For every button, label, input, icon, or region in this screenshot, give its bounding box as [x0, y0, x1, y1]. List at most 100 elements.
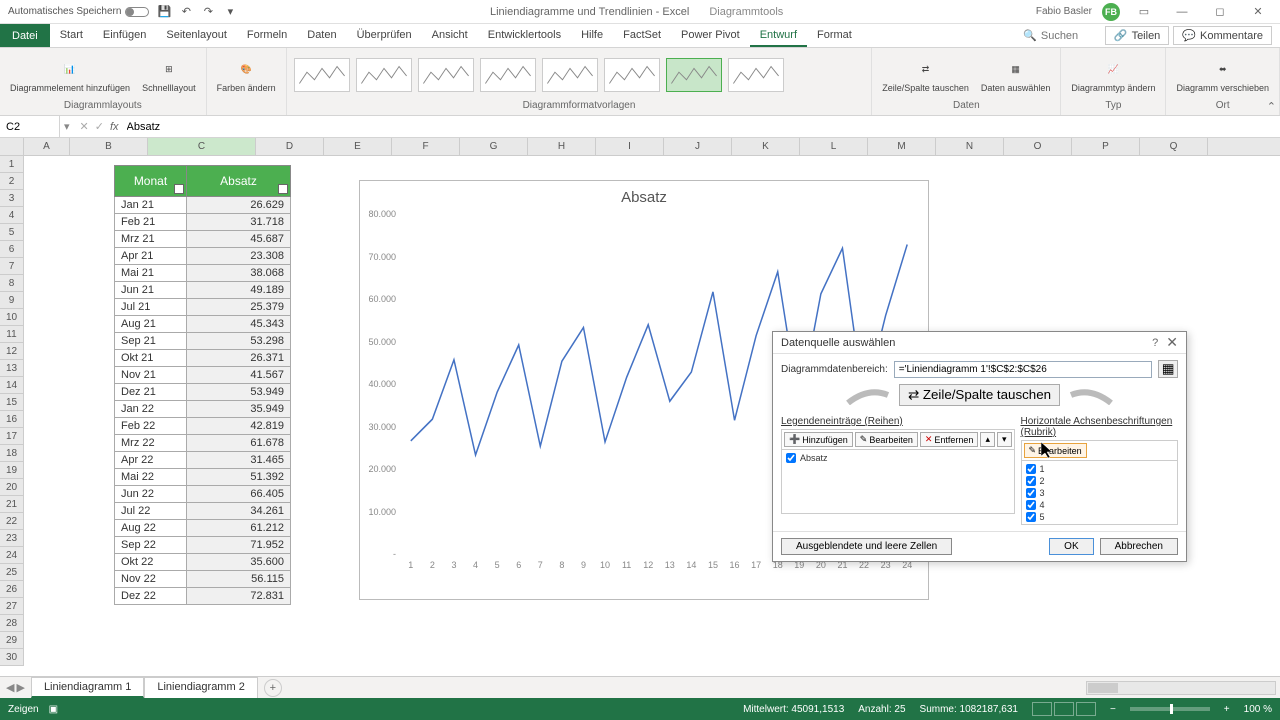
row-header[interactable]: 12: [0, 343, 24, 360]
row-header[interactable]: 15: [0, 394, 24, 411]
row-header[interactable]: 25: [0, 564, 24, 581]
table-row[interactable]: Feb 2242.819: [115, 418, 291, 435]
switch-rowcol-button[interactable]: ⇄ Zeile/Spalte tauschen: [899, 384, 1060, 406]
column-header[interactable]: O: [1004, 138, 1072, 155]
column-header[interactable]: H: [528, 138, 596, 155]
sheet-nav-prev-icon[interactable]: ◀: [6, 681, 14, 694]
ok-button[interactable]: OK: [1049, 538, 1093, 555]
row-header[interactable]: 9: [0, 292, 24, 309]
chart-style-thumb[interactable]: [542, 58, 598, 92]
column-header[interactable]: L: [800, 138, 868, 155]
chart-range-input[interactable]: [894, 361, 1152, 378]
filter-icon[interactable]: [174, 184, 184, 194]
row-header[interactable]: 7: [0, 258, 24, 275]
table-row[interactable]: Jun 2266.405: [115, 486, 291, 503]
row-header[interactable]: 23: [0, 530, 24, 547]
change-chart-type-button[interactable]: 📈Diagrammtyp ändern: [1067, 55, 1159, 95]
cancel-formula-icon[interactable]: ✕: [80, 120, 89, 133]
sheet-nav-next-icon[interactable]: ▶: [16, 681, 24, 694]
tab-formeln[interactable]: Formeln: [237, 25, 297, 45]
table-row[interactable]: Mrz 2145.687: [115, 231, 291, 248]
chart-style-thumb[interactable]: [356, 58, 412, 92]
tab-überprüfen[interactable]: Überprüfen: [347, 25, 422, 45]
column-header[interactable]: A: [24, 138, 70, 155]
axis-item[interactable]: 5: [1024, 511, 1176, 523]
add-sheet-button[interactable]: +: [264, 679, 282, 697]
search-input[interactable]: [1041, 30, 1101, 42]
change-colors-button[interactable]: 🎨Farben ändern: [213, 55, 280, 95]
zoom-slider[interactable]: [1130, 707, 1210, 711]
page-break-view-icon[interactable]: [1076, 702, 1096, 716]
table-row[interactable]: Aug 2145.343: [115, 316, 291, 333]
table-row[interactable]: Dez 2153.949: [115, 384, 291, 401]
maximize-icon[interactable]: ◻: [1206, 2, 1234, 22]
formula-input[interactable]: [125, 119, 1274, 135]
column-header[interactable]: C: [148, 138, 256, 155]
zoom-level[interactable]: 100 %: [1244, 704, 1272, 715]
sheet-tab[interactable]: Liniendiagramm 2: [144, 677, 257, 698]
table-row[interactable]: Apr 2123.308: [115, 248, 291, 265]
table-row[interactable]: Jul 2125.379: [115, 299, 291, 316]
row-header[interactable]: 30: [0, 649, 24, 666]
move-chart-button[interactable]: ⬌Diagramm verschieben: [1172, 55, 1273, 95]
confirm-formula-icon[interactable]: ✓: [95, 120, 104, 133]
column-header[interactable]: J: [664, 138, 732, 155]
table-row[interactable]: Aug 2261.212: [115, 520, 291, 537]
cancel-button[interactable]: Abbrechen: [1100, 538, 1178, 555]
table-row[interactable]: Sep 2271.952: [115, 537, 291, 554]
dialog-close-icon[interactable]: ✕: [1166, 334, 1178, 351]
table-row[interactable]: Dez 2272.831: [115, 588, 291, 605]
column-header[interactable]: G: [460, 138, 528, 155]
tab-einfügen[interactable]: Einfügen: [93, 25, 156, 45]
tab-entwicklertools[interactable]: Entwicklertools: [478, 25, 571, 45]
row-header[interactable]: 4: [0, 207, 24, 224]
collapse-ribbon-icon[interactable]: ⌃: [1267, 100, 1276, 113]
tab-hilfe[interactable]: Hilfe: [571, 25, 613, 45]
table-row[interactable]: Mai 2138.068: [115, 265, 291, 282]
zoom-in-icon[interactable]: +: [1224, 704, 1230, 715]
macro-record-icon[interactable]: ▣: [49, 704, 58, 715]
column-header[interactable]: M: [868, 138, 936, 155]
select-all-corner[interactable]: [0, 138, 24, 155]
row-header[interactable]: 6: [0, 241, 24, 258]
table-row[interactable]: Okt 2126.371: [115, 350, 291, 367]
row-header[interactable]: 3: [0, 190, 24, 207]
tab-daten[interactable]: Daten: [297, 25, 346, 45]
row-header[interactable]: 27: [0, 598, 24, 615]
table-row[interactable]: Nov 2141.567: [115, 367, 291, 384]
add-chart-element-button[interactable]: 📊Diagrammelement hinzufügen: [6, 55, 134, 95]
column-header[interactable]: P: [1072, 138, 1140, 155]
row-header[interactable]: 20: [0, 479, 24, 496]
redo-icon[interactable]: ↷: [201, 5, 215, 19]
series-edit-button[interactable]: ✎Bearbeiten: [855, 432, 918, 447]
chart-styles-gallery[interactable]: [293, 50, 866, 100]
row-header[interactable]: 10: [0, 309, 24, 326]
dialog-help-icon[interactable]: ?: [1152, 337, 1158, 349]
tab-format[interactable]: Format: [807, 25, 862, 45]
ribbon-display-icon[interactable]: ▭: [1130, 2, 1158, 22]
row-header[interactable]: 26: [0, 581, 24, 598]
minimize-icon[interactable]: —: [1168, 2, 1196, 22]
row-header[interactable]: 8: [0, 275, 24, 292]
row-header[interactable]: 24: [0, 547, 24, 564]
table-row[interactable]: Nov 2256.115: [115, 571, 291, 588]
row-header[interactable]: 18: [0, 445, 24, 462]
row-header[interactable]: 1: [0, 156, 24, 173]
row-header[interactable]: 11: [0, 326, 24, 343]
range-picker-button[interactable]: ▦: [1158, 360, 1178, 378]
comments-button[interactable]: 💬 Kommentare: [1173, 26, 1272, 45]
fx-icon[interactable]: fx: [110, 121, 119, 133]
tab-ansicht[interactable]: Ansicht: [422, 25, 478, 45]
undo-icon[interactable]: ↶: [179, 5, 193, 19]
switch-row-col-button[interactable]: ⇄Zeile/Spalte tauschen: [878, 55, 973, 95]
table-row[interactable]: Feb 2131.718: [115, 214, 291, 231]
table-row[interactable]: Apr 2231.465: [115, 452, 291, 469]
series-add-button[interactable]: ➕Hinzufügen: [784, 432, 853, 447]
axis-edit-button[interactable]: ✎Bearbeiten: [1024, 443, 1087, 458]
axis-item[interactable]: 3: [1024, 487, 1176, 499]
name-box[interactable]: [0, 116, 60, 137]
worksheet-grid[interactable]: ABCDEFGHIJKLMNOPQ 1234567891011121314151…: [0, 138, 1280, 668]
close-icon[interactable]: ✕: [1244, 2, 1272, 22]
series-down-button[interactable]: ▾: [997, 432, 1012, 447]
qat-customize-icon[interactable]: ▾: [223, 5, 237, 19]
